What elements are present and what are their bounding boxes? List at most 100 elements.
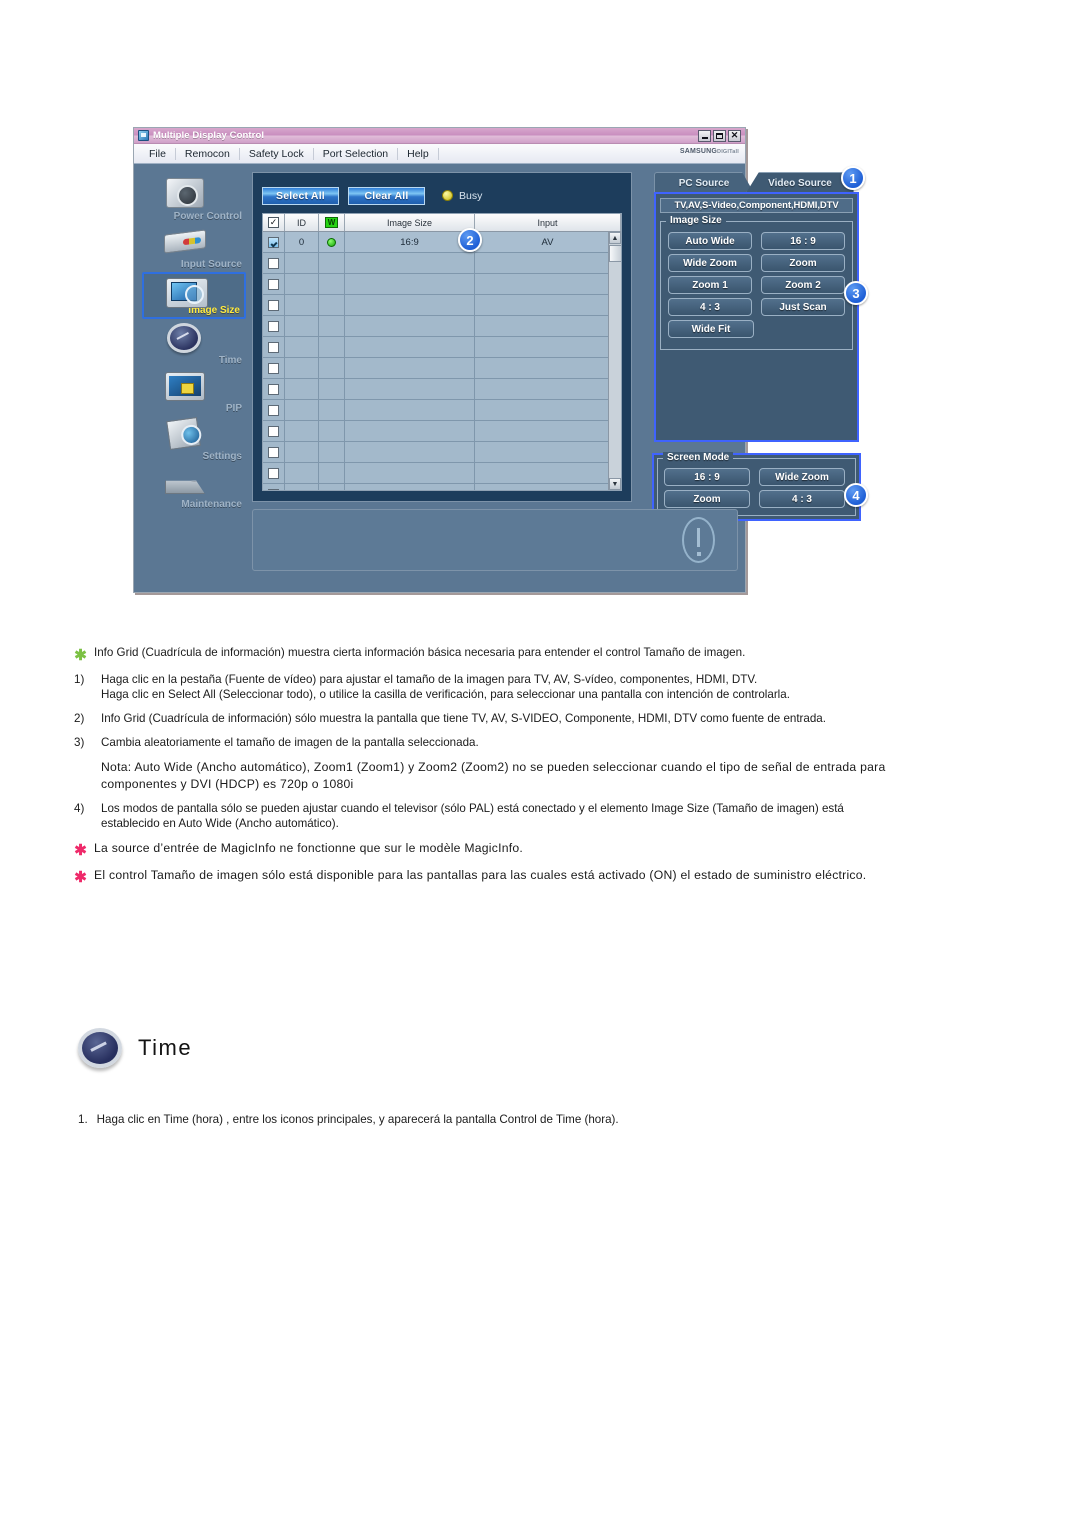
row-checkbox-cell[interactable] (263, 400, 285, 420)
select-all-button[interactable]: Select All (262, 186, 339, 205)
sidebar-item-settings[interactable]: Settings (142, 416, 246, 463)
auto-wide-button[interactable]: Auto Wide (668, 232, 752, 250)
multiple-display-control-window: Multiple Display Control ✕ File Remocon … (133, 127, 868, 593)
table-row[interactable] (263, 295, 621, 316)
screen-mode-wide-zoom-button[interactable]: Wide Zoom (759, 468, 845, 486)
screen-mode-row: 16 : 9 Wide Zoom (664, 468, 849, 486)
row-input-cell (475, 316, 621, 336)
screen-mode-zoom-button[interactable]: Zoom (664, 490, 750, 508)
page-title: Time (138, 1035, 193, 1060)
wide-fit-button[interactable]: Wide Fit (668, 320, 754, 338)
screen-mode-16-9-button[interactable]: 16 : 9 (664, 468, 750, 486)
row-checkbox[interactable] (268, 425, 279, 437)
sidebar-item-pip[interactable]: PIP (142, 368, 246, 415)
table-row[interactable] (263, 253, 621, 274)
tab-video-source[interactable]: Video Source (746, 172, 854, 193)
status-bar (252, 509, 738, 571)
column-header-id[interactable]: ID (285, 214, 319, 231)
samsung-brand-logo: SAMSUNGDIGITall (680, 148, 739, 155)
sidebar-item-image-size[interactable]: Image Size (142, 272, 246, 319)
menu-item-port-selection[interactable]: Port Selection (314, 147, 399, 160)
table-row[interactable] (263, 358, 621, 379)
window-titlebar: Multiple Display Control ✕ (134, 128, 745, 144)
row-checkbox-cell[interactable] (263, 316, 285, 336)
table-row[interactable] (263, 442, 621, 463)
table-row[interactable] (263, 484, 621, 490)
grid-scrollbar[interactable]: ▲ ▼ (608, 232, 621, 490)
row-checkbox-cell[interactable] (263, 379, 285, 399)
sidebar-item-maintenance[interactable]: Maintenance (142, 464, 246, 511)
row-power-cell (319, 274, 345, 294)
menu-item-file[interactable]: File (140, 147, 176, 160)
row-checkbox[interactable] (268, 278, 279, 290)
table-row[interactable] (263, 421, 621, 442)
close-icon[interactable]: ✕ (728, 129, 741, 142)
menu-item-remocon[interactable]: Remocon (176, 147, 240, 160)
zoom-1-button[interactable]: Zoom 1 (668, 276, 752, 294)
row-checkbox-cell[interactable] (263, 295, 285, 315)
row-checkbox-cell[interactable] (263, 358, 285, 378)
clear-all-button[interactable]: Clear All (348, 186, 425, 205)
table-row[interactable] (263, 379, 621, 400)
table-row[interactable] (263, 400, 621, 421)
row-checkbox-cell[interactable] (263, 484, 285, 490)
table-row[interactable] (263, 463, 621, 484)
row-checkbox[interactable] (268, 257, 279, 269)
scrollbar-thumb[interactable] (609, 245, 621, 262)
column-header-checkbox[interactable]: ✓ (263, 214, 285, 231)
16-9-button[interactable]: 16 : 9 (761, 232, 845, 250)
row-checkbox[interactable] (268, 383, 279, 395)
row-checkbox[interactable] (268, 236, 279, 248)
zoom-2-button[interactable]: Zoom 2 (761, 276, 845, 294)
column-header-image-size[interactable]: Image Size (345, 214, 475, 231)
note-item-1-marker: 1) (74, 673, 85, 686)
row-checkbox-cell[interactable] (263, 253, 285, 273)
row-checkbox[interactable] (268, 341, 279, 353)
column-header-input[interactable]: Input (475, 214, 621, 231)
row-checkbox[interactable] (268, 320, 279, 332)
row-checkbox-cell[interactable] (263, 274, 285, 294)
image-size-legend: Image Size (666, 215, 726, 226)
scroll-up-icon[interactable]: ▲ (609, 232, 621, 244)
note-item-3: 3) Cambia aleatoriamente el tamaño de im… (74, 735, 894, 750)
image-size-panel: TV,AV,S-Video,Component,HDMI,DTV Image S… (654, 192, 859, 442)
just-scan-button[interactable]: Just Scan (761, 298, 845, 316)
row-checkbox-cell[interactable] (263, 232, 285, 252)
zoom-button[interactable]: Zoom (761, 254, 845, 272)
menu-item-help[interactable]: Help (398, 147, 439, 160)
tab-pc-source[interactable]: PC Source (654, 172, 754, 193)
screen-mode-4-3-button[interactable]: 4 : 3 (759, 490, 845, 508)
table-row[interactable] (263, 316, 621, 337)
sidebar-item-input-source[interactable]: Input Source (142, 224, 246, 271)
sidebar-item-power-control[interactable]: Power Control (142, 176, 246, 223)
table-row[interactable] (263, 274, 621, 295)
wide-zoom-button[interactable]: Wide Zoom (668, 254, 752, 272)
4-3-button[interactable]: 4 : 3 (668, 298, 752, 316)
table-row[interactable]: 0 16:9 AV (263, 232, 621, 253)
row-checkbox-cell[interactable] (263, 421, 285, 441)
row-checkbox-cell[interactable] (263, 463, 285, 483)
row-checkbox[interactable] (268, 404, 279, 416)
minimize-button[interactable] (698, 129, 711, 142)
sidebar-item-label: Time (218, 355, 242, 366)
row-checkbox[interactable] (268, 299, 279, 311)
row-checkbox[interactable] (268, 488, 279, 490)
maximize-button[interactable] (713, 129, 726, 142)
table-row[interactable] (263, 337, 621, 358)
row-checkbox[interactable] (268, 362, 279, 374)
note-item-1: 1) Haga clic en la pestaña (Fuente de ví… (74, 672, 894, 702)
sidebar-item-time[interactable]: Time (142, 320, 246, 367)
scroll-down-icon[interactable]: ▼ (609, 478, 621, 490)
row-power-cell (319, 316, 345, 336)
select-all-checkbox[interactable]: ✓ (268, 217, 279, 228)
column-header-power[interactable]: W (319, 214, 345, 231)
image-size-row: Auto Wide 16 : 9 (668, 232, 845, 250)
row-checkbox[interactable] (268, 467, 279, 479)
menu-item-safety-lock[interactable]: Safety Lock (240, 147, 314, 160)
row-checkbox-cell[interactable] (263, 337, 285, 357)
row-checkbox-cell[interactable] (263, 442, 285, 462)
callout-badge-2: 2 (458, 228, 482, 252)
screen-mode-row: Zoom 4 : 3 (664, 490, 849, 508)
row-input-cell (475, 358, 621, 378)
row-checkbox[interactable] (268, 446, 279, 458)
